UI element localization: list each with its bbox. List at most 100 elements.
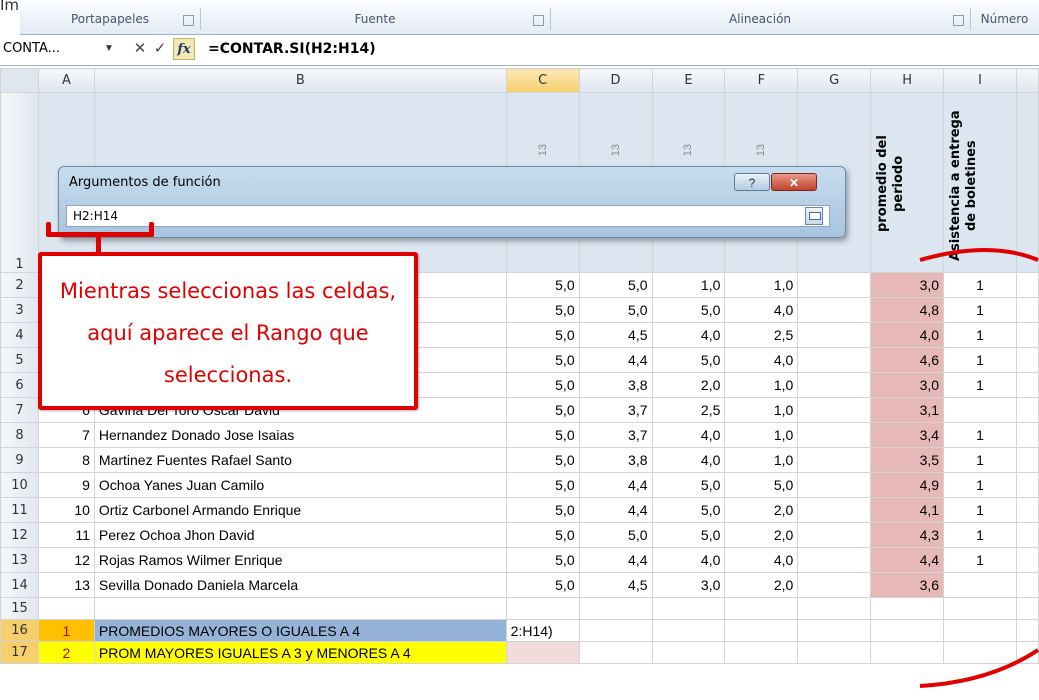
- row-header[interactable]: 13: [0, 547, 39, 573]
- cell-b[interactable]: PROMEDIOS MAYORES O IGUALES A 4: [93, 619, 507, 642]
- select-all-corner[interactable]: [0, 68, 39, 93]
- row-header[interactable]: 14: [0, 572, 39, 598]
- cell[interactable]: [93, 597, 507, 620]
- cell-f[interactable]: 1,0: [724, 447, 799, 473]
- cell[interactable]: [724, 597, 799, 620]
- cell-g[interactable]: [797, 347, 872, 373]
- cell-g[interactable]: [797, 422, 872, 448]
- formula-input[interactable]: =CONTAR.SI(H2:H14): [208, 38, 376, 60]
- cell-d[interactable]: 4,4: [578, 472, 653, 498]
- cell[interactable]: [724, 641, 799, 664]
- row-header[interactable]: 15: [0, 597, 39, 620]
- cell-a[interactable]: 10: [37, 497, 95, 523]
- cell-c[interactable]: 5,0: [505, 272, 580, 298]
- cell-d[interactable]: 5,0: [578, 297, 653, 323]
- chevron-down-icon[interactable]: ▼: [102, 38, 116, 60]
- cell-f[interactable]: 2,5: [724, 322, 799, 348]
- cell-f[interactable]: 5,0: [724, 472, 799, 498]
- cell-c[interactable]: 5,0: [505, 547, 580, 573]
- cell-g[interactable]: [797, 572, 872, 598]
- cell-e[interactable]: 4,0: [651, 422, 726, 448]
- dialog-launcher-icon[interactable]: [533, 15, 544, 26]
- row-header[interactable]: 12: [0, 522, 39, 548]
- cell-c[interactable]: 5,0: [505, 472, 580, 498]
- column-header-g[interactable]: G: [797, 68, 872, 93]
- cell[interactable]: [651, 619, 726, 642]
- cell-f[interactable]: 4,0: [724, 547, 799, 573]
- cell-c[interactable]: 2:H14): [505, 619, 580, 642]
- cell-e[interactable]: 5,0: [651, 347, 726, 373]
- cell-d[interactable]: 5,0: [578, 272, 653, 298]
- cell-c[interactable]: 5,0: [505, 322, 580, 348]
- cell-a[interactable]: 7: [37, 422, 95, 448]
- cell-g[interactable]: [797, 272, 872, 298]
- cell-a[interactable]: 9: [37, 472, 95, 498]
- cell-a[interactable]: 2: [37, 641, 95, 664]
- cell-d[interactable]: 3,7: [578, 397, 653, 423]
- cell-c[interactable]: 5,0: [505, 522, 580, 548]
- cell-c[interactable]: 5,0: [505, 397, 580, 423]
- column-header-d[interactable]: D: [578, 68, 653, 93]
- cell-f[interactable]: 1,0: [724, 372, 799, 398]
- cell-c[interactable]: 5,0: [505, 497, 580, 523]
- cell-c[interactable]: 5,0: [505, 297, 580, 323]
- cell-a[interactable]: 13: [37, 572, 95, 598]
- cell-e[interactable]: 2,0: [651, 372, 726, 398]
- ribbon-group-alineacion[interactable]: Alineación: [550, 8, 971, 30]
- column-header-i[interactable]: I: [943, 68, 1017, 93]
- cell-e[interactable]: 4,0: [651, 322, 726, 348]
- cell-f[interactable]: 1,0: [724, 422, 799, 448]
- cell-g[interactable]: [797, 497, 872, 523]
- column-header-f[interactable]: F: [724, 68, 799, 93]
- cell-g[interactable]: [797, 447, 872, 473]
- cell-a[interactable]: 11: [37, 522, 95, 548]
- column-header-e[interactable]: E: [651, 68, 726, 93]
- cell-d[interactable]: 4,4: [578, 347, 653, 373]
- cell-c[interactable]: 5,0: [505, 372, 580, 398]
- insert-function-button[interactable]: fx: [173, 38, 195, 60]
- cell-g[interactable]: [797, 297, 872, 323]
- dialog-launcher-icon[interactable]: [953, 15, 964, 26]
- cell-a[interactable]: 12: [37, 547, 95, 573]
- dialog-launcher-icon[interactable]: [183, 15, 194, 26]
- cell-g[interactable]: [797, 372, 872, 398]
- row-header[interactable]: 8: [0, 422, 39, 448]
- column-header-h[interactable]: H: [870, 68, 945, 93]
- cell-c[interactable]: 5,0: [505, 347, 580, 373]
- cell-d[interactable]: 4,5: [578, 572, 653, 598]
- cell-b[interactable]: Sevilla Donado Daniela Marcela: [93, 572, 507, 598]
- cell-a[interactable]: 1: [37, 619, 95, 642]
- cell-d[interactable]: 4,4: [578, 547, 653, 573]
- cell-e[interactable]: 5,0: [651, 472, 726, 498]
- cell-b[interactable]: Perez Ochoa Jhon David: [93, 522, 507, 548]
- cell-c[interactable]: [505, 641, 580, 664]
- close-button[interactable]: ✕: [771, 173, 817, 191]
- cell[interactable]: [578, 641, 653, 664]
- row-header[interactable]: 3: [0, 297, 39, 323]
- cell[interactable]: [651, 597, 726, 620]
- cell[interactable]: [578, 619, 653, 642]
- row-header[interactable]: 7: [0, 397, 39, 423]
- cell-d[interactable]: 3,8: [578, 372, 653, 398]
- cell-e[interactable]: 4,0: [651, 547, 726, 573]
- expand-dialog-icon[interactable]: [805, 207, 823, 225]
- cancel-formula-button[interactable]: ✕: [130, 39, 150, 59]
- cell-b[interactable]: Hernandez Donado Jose Isaias: [93, 422, 507, 448]
- cell[interactable]: [505, 597, 580, 620]
- cell-d[interactable]: 4,4: [578, 497, 653, 523]
- cell-g[interactable]: [797, 472, 872, 498]
- cell[interactable]: [578, 597, 653, 620]
- ribbon-group-fuente[interactable]: Fuente: [200, 8, 551, 30]
- cell-f[interactable]: 4,0: [724, 347, 799, 373]
- ribbon-group-numero[interactable]: Número: [970, 8, 1039, 30]
- cell-c[interactable]: 5,0: [505, 422, 580, 448]
- column-header-a[interactable]: A: [37, 68, 95, 93]
- cell-e[interactable]: 5,0: [651, 497, 726, 523]
- name-box[interactable]: CONTA...: [3, 38, 101, 60]
- row-header[interactable]: 16: [0, 619, 39, 642]
- cell[interactable]: [797, 597, 872, 620]
- cell-b[interactable]: Martinez Fuentes Rafael Santo: [93, 447, 507, 473]
- cell[interactable]: [797, 641, 872, 664]
- help-button[interactable]: ?: [734, 173, 770, 191]
- cell-f[interactable]: 2,0: [724, 572, 799, 598]
